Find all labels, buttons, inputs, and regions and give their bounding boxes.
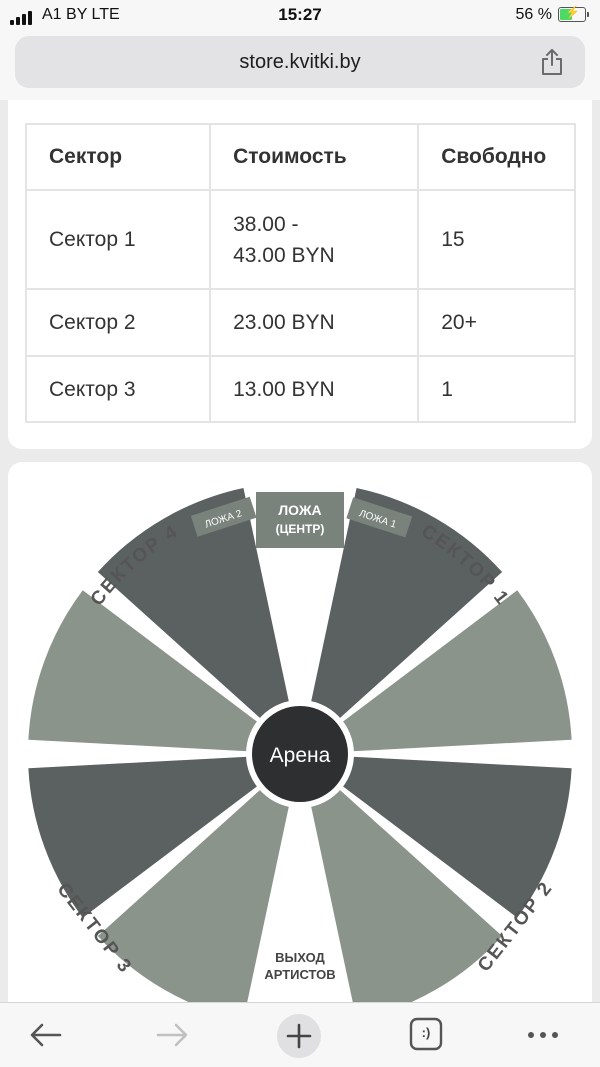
table-row: Сектор 2 23.00 BYN 20+	[24, 288, 576, 357]
status-time: 15:27	[278, 5, 322, 24]
table-row: Сектор 1 38.00 - 43.00 BYN 15	[24, 189, 576, 290]
sector-price-table: Сектор Стоимость Свободно Сектор 1 38.00…	[24, 123, 576, 423]
url-field[interactable]: store.kvitki.by	[15, 36, 585, 88]
free-cell: 20+	[417, 288, 576, 357]
more-icon[interactable]	[525, 1017, 561, 1053]
artists-exit-line2: АРТИСТОВ	[264, 967, 335, 982]
venue-map-card: ЛОЖА (ЦЕНТР) ЛОЖА 2 ЛОЖА 1 СЕКТОР 4 СЕКТ…	[8, 462, 592, 1002]
status-bar: A1 BY LTE 15:27 56 % ⚡	[0, 0, 600, 32]
tabs-icon[interactable]: :)	[409, 1017, 443, 1051]
browser-toolbar: :)	[0, 1002, 600, 1067]
share-icon[interactable]	[539, 48, 565, 76]
sector-price-card: Сектор Стоимость Свободно Сектор 1 38.00…	[8, 100, 592, 449]
price-cell: 23.00 BYN	[209, 288, 420, 357]
battery-icon: ⚡	[558, 5, 589, 22]
venue-map: ЛОЖА (ЦЕНТР) ЛОЖА 2 ЛОЖА 1 СЕКТОР 4 СЕКТ…	[28, 487, 572, 1002]
table-row: Сектор 3 13.00 BYN 1	[24, 355, 576, 423]
sector-cell: Сектор 3	[24, 355, 212, 423]
price-cell: 38.00 - 43.00 BYN	[209, 189, 420, 290]
box-center-subtitle: (ЦЕНТР)	[276, 522, 325, 536]
artists-exit-line1: ВЫХОД	[275, 950, 325, 965]
new-tab-plus-icon[interactable]	[276, 1013, 322, 1059]
price-cell: 13.00 BYN	[209, 355, 420, 423]
sector-cell: Сектор 2	[24, 288, 212, 357]
tabs-glyph: :)	[421, 1025, 431, 1040]
forward-arrow-icon[interactable]	[154, 1017, 190, 1053]
arena[interactable]: Арена	[246, 700, 354, 808]
column-header-free: Свободно	[417, 123, 576, 191]
column-header-price: Стоимость	[209, 123, 420, 191]
url-text[interactable]: store.kvitki.by	[15, 51, 585, 74]
battery-percent: 56 %	[515, 6, 552, 23]
table-header-row: Сектор Стоимость Свободно	[24, 123, 576, 191]
free-cell: 15	[417, 189, 576, 290]
box-center-title: ЛОЖА	[278, 502, 321, 518]
arena-label: Арена	[270, 744, 331, 767]
column-header-sector: Сектор	[24, 123, 212, 191]
box-center[interactable]: ЛОЖА (ЦЕНТР)	[256, 492, 344, 548]
sector-cell: Сектор 1	[24, 189, 212, 290]
back-arrow-icon[interactable]	[28, 1017, 64, 1053]
browser-address-bar: store.kvitki.by	[0, 32, 600, 100]
price-text: 38.00 - 43.00 BYN	[233, 212, 335, 267]
free-cell: 1	[417, 355, 576, 423]
